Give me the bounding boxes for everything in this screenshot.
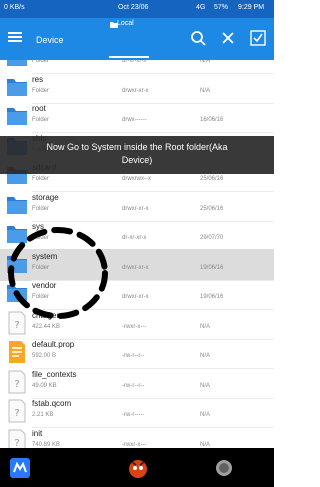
file-permissions: drwxr-xr-x [122,294,149,300]
file-name: default.prop [32,340,75,349]
file-permissions: -rwxr-x--- [122,323,147,330]
list-item-init[interactable]: ? init 740.89 KB -rwxr-x--- N/A [0,426,274,449]
caption-line-2: Device) [121,155,153,165]
toolbar: Device Local [0,18,274,60]
list-item-root[interactable]: root Folder drwx------ 16/06/16 [0,101,274,133]
file-date: 25/06/16 [200,205,224,212]
file-permissions: drwxr-xr-x [122,87,149,94]
status-battery: 57% [214,4,229,11]
list-item-system[interactable]: system Folder drwxr-xr-x 19/06/16 [0,248,274,281]
unknown-file-icon: ? [8,399,26,423]
status-date: Oct 23/06 [118,4,149,11]
folder-icon [7,196,27,214]
file-detail: 2.21 KB [32,412,54,418]
list-item-res[interactable]: res Folder drwxr-xr-x N/A [0,72,274,104]
list-item-sys[interactable]: sys Folder dr-xr-xr-x 29/07/70 [0,219,274,251]
file-detail: Folder [32,87,50,94]
text-file-icon [9,341,25,363]
file-detail: Folder [32,235,50,241]
file-name: system [32,251,58,261]
file-date: N/A [200,412,211,418]
svg-text:?: ? [14,438,19,449]
file-date: 19/06/16 [200,294,224,300]
search-icon[interactable] [190,30,206,46]
file-detail: Folder [32,205,50,212]
list-item-default-prop[interactable]: default.prop 592.00 B -rw-r--r-- N/A [0,337,274,369]
file-detail: Folder [32,264,50,271]
menu-icon[interactable] [8,30,22,44]
select-all-icon[interactable] [250,30,266,46]
status-time: 9:29 PM [238,4,265,11]
unknown-file-icon: ? [8,311,26,334]
file-permissions: drwxr-xr-x [122,264,149,271]
file-permissions: drwxrwx--x [122,176,151,182]
file-name: sys [32,222,44,231]
svg-text:?: ? [14,379,19,390]
svg-text:?: ? [14,320,19,331]
folder-icon [7,60,27,66]
file-detail: 422.44 KB [32,323,61,330]
file-detail: Folder [32,294,50,300]
file-date: 25/06/16 [200,176,224,182]
folder-icon [7,78,27,96]
app-drawer-icon[interactable] [10,458,30,478]
file-permissions: dr-xr-xr-x [122,60,147,64]
file-permissions: -rw-r--r-- [122,353,145,359]
file-date: 29/07/70 [200,235,224,241]
file-permissions: drwxr-xr-x [122,205,149,212]
file-date: N/A [200,60,211,64]
file-permissions: -rw-r--r-- [122,382,145,389]
file-detail: Folder [32,117,50,123]
file-list: procFolderdr-xr-xr-xN/AresFolderdrwxr-xr… [0,60,274,448]
list-item-storage[interactable]: storage Folder drwxr-xr-x 25/06/16 [0,190,274,222]
file-name: file_contexts [32,369,77,379]
list-item-fstab-qcom[interactable]: ? fstab.qcom 2.21 KB -rw-r----- N/A [0,396,274,428]
file-detail: 592.00 B [32,353,57,359]
close-icon[interactable] [220,30,236,46]
file-name: storage [32,192,59,202]
file-date: 19/06/16 [200,264,224,271]
folder-icon [7,226,27,243]
nav-bar [0,448,274,487]
status-network: 4G [196,4,206,11]
file-date: N/A [200,441,211,448]
status-bar: 0 KB/s Oct 23/06 4G 57% 9:29 PM [0,0,274,18]
list-item-file-contexts[interactable]: ? file_contexts 49.09 KB -rw-r--r-- N/A [0,367,274,399]
file-name: vendor [32,281,57,290]
file-permissions: drwx------ [122,117,147,123]
file-detail: Folder [32,176,50,182]
status-speed: 0 KB/s [4,4,25,11]
unknown-file-icon: ? [8,370,26,393]
tutorial-caption: Now Go to System inside the Root folder(… [0,136,274,174]
home-icon[interactable] [214,458,234,478]
file-date: N/A [200,382,211,389]
file-date: N/A [200,87,211,94]
file-name: init [32,428,43,438]
folder-icon [7,285,27,302]
file-permissions: -rwxr-x--- [122,441,147,448]
tab-indicator [109,56,149,58]
list-item-charger[interactable]: ? charger 422.44 KB -rwxr-x--- N/A [0,308,274,340]
file-date: N/A [200,353,211,359]
file-detail: 49.09 KB [32,382,57,389]
file-date: 16/06/16 [200,117,224,123]
file-detail: Folder [32,60,50,64]
folder-icon [7,108,27,125]
app-icon[interactable] [127,457,149,479]
folder-icon [7,255,27,273]
file-permissions: dr-xr-xr-x [122,235,147,241]
file-date: N/A [200,323,211,330]
file-name: fstab.qcom [32,399,72,408]
file-name: res [32,74,44,84]
file-permissions: -rw-r----- [122,412,145,418]
file-name: charger [32,310,60,320]
file-name: root [32,104,46,113]
location-title[interactable]: Device [36,35,64,45]
tab-local-label: Local [117,20,134,27]
file-detail: 740.89 KB [32,441,61,448]
caption-line-1: Now Go to System inside the Root folder(… [46,142,228,152]
svg-text:?: ? [14,408,19,419]
list-item-vendor[interactable]: vendor Folder drwxr-xr-x 19/06/16 [0,278,274,310]
unknown-file-icon: ? [8,429,26,449]
